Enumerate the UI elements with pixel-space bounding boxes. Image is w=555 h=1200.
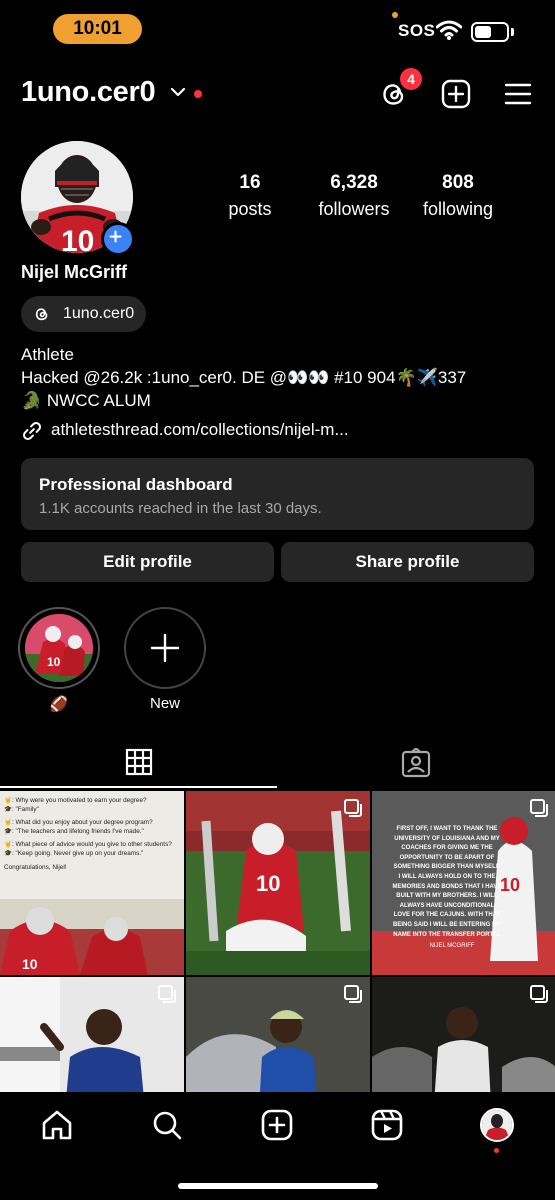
post-text-overlay: FIRST OFF, I WANT TO THANK THE UNIVERSIT… <box>392 826 502 938</box>
home-indicator <box>178 1183 378 1189</box>
followers-count-value: 6,328 <box>330 172 378 193</box>
threads-profile-chip[interactable]: 1uno.cer0 <box>21 296 146 332</box>
post-caption-line: 🎓: "The teachers and lifelong friends I'… <box>4 827 144 835</box>
new-highlight[interactable]: New <box>124 607 206 712</box>
create-icon[interactable] <box>260 1108 294 1142</box>
status-bar: 10:01 SOS <box>0 0 555 60</box>
profile-link-text: athletesthread.com/collections/nijel-m..… <box>51 420 349 439</box>
chevron-down-icon[interactable] <box>170 86 186 98</box>
highlight-cover: 10 <box>25 614 93 682</box>
bio-line: Hacked @26.2k :1uno_cer0. DE @👀👀 #10 904… <box>21 368 467 387</box>
post-thumbnail[interactable]: 10 FIRST OFF, I WANT TO THANK THE UNIVER… <box>372 791 555 975</box>
followers-count[interactable]: 6,328 followers <box>304 172 404 220</box>
post-caption-line: 🤘: What piece of advice would you give t… <box>4 841 172 849</box>
home-icon[interactable] <box>40 1108 74 1142</box>
dashboard-subtitle: 1.1K accounts reached in the last 30 day… <box>39 500 322 517</box>
post-thumbnail[interactable]: 10 <box>186 791 370 975</box>
profile-header: 1uno.cer0 4 <box>0 66 555 116</box>
svg-text:10: 10 <box>22 956 38 972</box>
profile-notification-dot <box>494 1148 499 1153</box>
posts-count-label: posts <box>228 199 272 219</box>
following-count-value: 808 <box>442 172 474 193</box>
wifi-icon <box>436 20 462 40</box>
post-caption-line: 🤘: Why were you motivated to earn your d… <box>4 797 147 804</box>
story-highlight[interactable]: 10 🏈 <box>18 607 100 713</box>
notification-dot <box>194 90 202 98</box>
add-story-plus-icon[interactable] <box>101 222 135 256</box>
post-caption-line: 🎓: "Family" <box>4 805 39 813</box>
svg-text:10: 10 <box>61 225 94 253</box>
reels-icon[interactable] <box>370 1108 404 1142</box>
post-caption-line: Congratulations, Nijel! <box>4 863 67 871</box>
hamburger-menu-icon[interactable] <box>504 80 532 108</box>
following-count[interactable]: 808 following <box>408 172 508 220</box>
battery-tip <box>511 28 514 36</box>
post-thumbnail[interactable]: 10 🤘: Why were you motivated to earn you… <box>0 791 184 975</box>
svg-text:10: 10 <box>47 655 61 669</box>
carousel-icon <box>530 985 548 1003</box>
post-signature: NIJEL MCGRIFF <box>429 943 475 949</box>
create-post-icon[interactable] <box>441 79 471 109</box>
dashboard-title: Professional dashboard <box>39 475 233 494</box>
carousel-icon <box>530 799 548 817</box>
post-caption-line: 🤘: What did you enjoy about your degree … <box>4 819 153 827</box>
carrier-label: SOS <box>398 21 436 40</box>
carousel-icon <box>344 799 362 817</box>
account-switcher-username[interactable]: 1uno.cer0 <box>21 76 156 109</box>
search-icon[interactable] <box>150 1108 184 1142</box>
carousel-icon <box>344 985 362 1003</box>
threads-badge: 4 <box>398 66 424 92</box>
link-icon <box>22 421 42 441</box>
share-profile-button[interactable]: Share profile <box>281 542 534 582</box>
profile-tabs <box>0 740 555 788</box>
followers-count-label: followers <box>318 199 390 219</box>
professional-dashboard[interactable]: Professional dashboard 1.1K accounts rea… <box>21 458 534 530</box>
new-highlight-label: New <box>149 695 180 712</box>
svg-text:10: 10 <box>500 875 520 895</box>
posts-count-value: 16 <box>239 172 261 193</box>
posts-count[interactable]: 16 posts <box>200 172 300 220</box>
profile-tab-avatar[interactable] <box>480 1108 514 1142</box>
edit-profile-button[interactable]: Edit profile <box>21 542 274 582</box>
battery-icon <box>471 22 509 42</box>
status-time: 10:01 <box>53 14 142 44</box>
carousel-icon <box>158 985 176 1003</box>
threads-handle: 1uno.cer0 <box>63 305 135 322</box>
bio-line: 🐊 NWCC ALUM <box>21 391 151 410</box>
active-tab-indicator <box>0 786 277 788</box>
profile-category: Athlete <box>21 345 74 364</box>
plus-icon <box>150 633 180 663</box>
grid-tab-icon[interactable] <box>125 748 153 776</box>
following-count-label: following <box>422 199 494 219</box>
highlight-label: 🏈 <box>49 696 69 713</box>
svg-text:10: 10 <box>256 871 280 896</box>
profile-bio: Athlete Hacked @26.2k :1uno_cer0. DE @👀👀… <box>21 343 541 412</box>
profile-full-name: Nijel McGriff <box>21 262 128 282</box>
tagged-tab-icon[interactable] <box>401 748 431 778</box>
threads-icon <box>35 308 48 321</box>
post-caption-line: 🎓: "Keep going. Never give up on your dr… <box>4 849 144 857</box>
privacy-indicator-dot <box>392 12 398 18</box>
